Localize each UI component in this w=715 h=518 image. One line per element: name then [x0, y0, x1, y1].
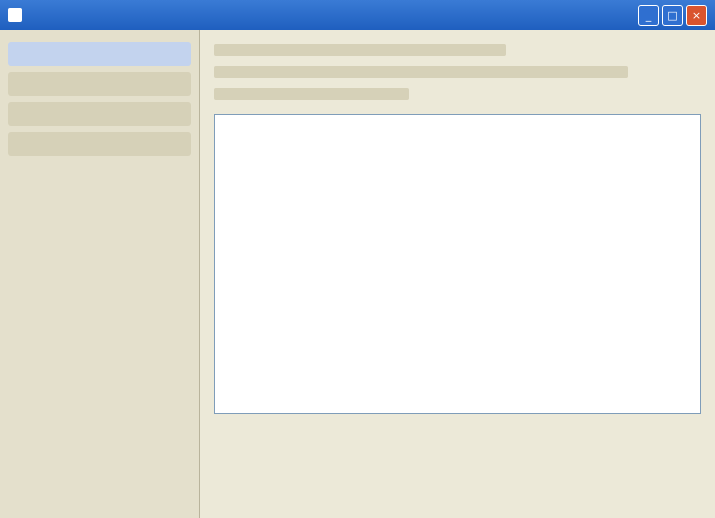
sidebar-item-placeholder[interactable]	[8, 102, 191, 126]
content-area	[200, 30, 715, 518]
maximize-button[interactable]: □	[662, 4, 683, 26]
content-placeholder	[214, 88, 409, 100]
sidebar	[0, 30, 200, 518]
content-placeholder	[214, 44, 507, 56]
content-panel	[214, 114, 701, 414]
title-bar[interactable]: _ □ ×	[0, 0, 715, 30]
sidebar-item-placeholder[interactable]	[8, 132, 191, 156]
minimize-button[interactable]: _	[638, 4, 659, 26]
sidebar-item-placeholder[interactable]	[8, 72, 191, 96]
main-area	[0, 30, 715, 518]
close-button[interactable]: ×	[686, 4, 707, 26]
app-icon	[8, 8, 22, 22]
window-controls: _ □ ×	[638, 4, 707, 26]
content-placeholder	[214, 66, 628, 78]
sidebar-item-placeholder[interactable]	[8, 42, 191, 66]
app-window: _ □ ×	[0, 0, 715, 518]
